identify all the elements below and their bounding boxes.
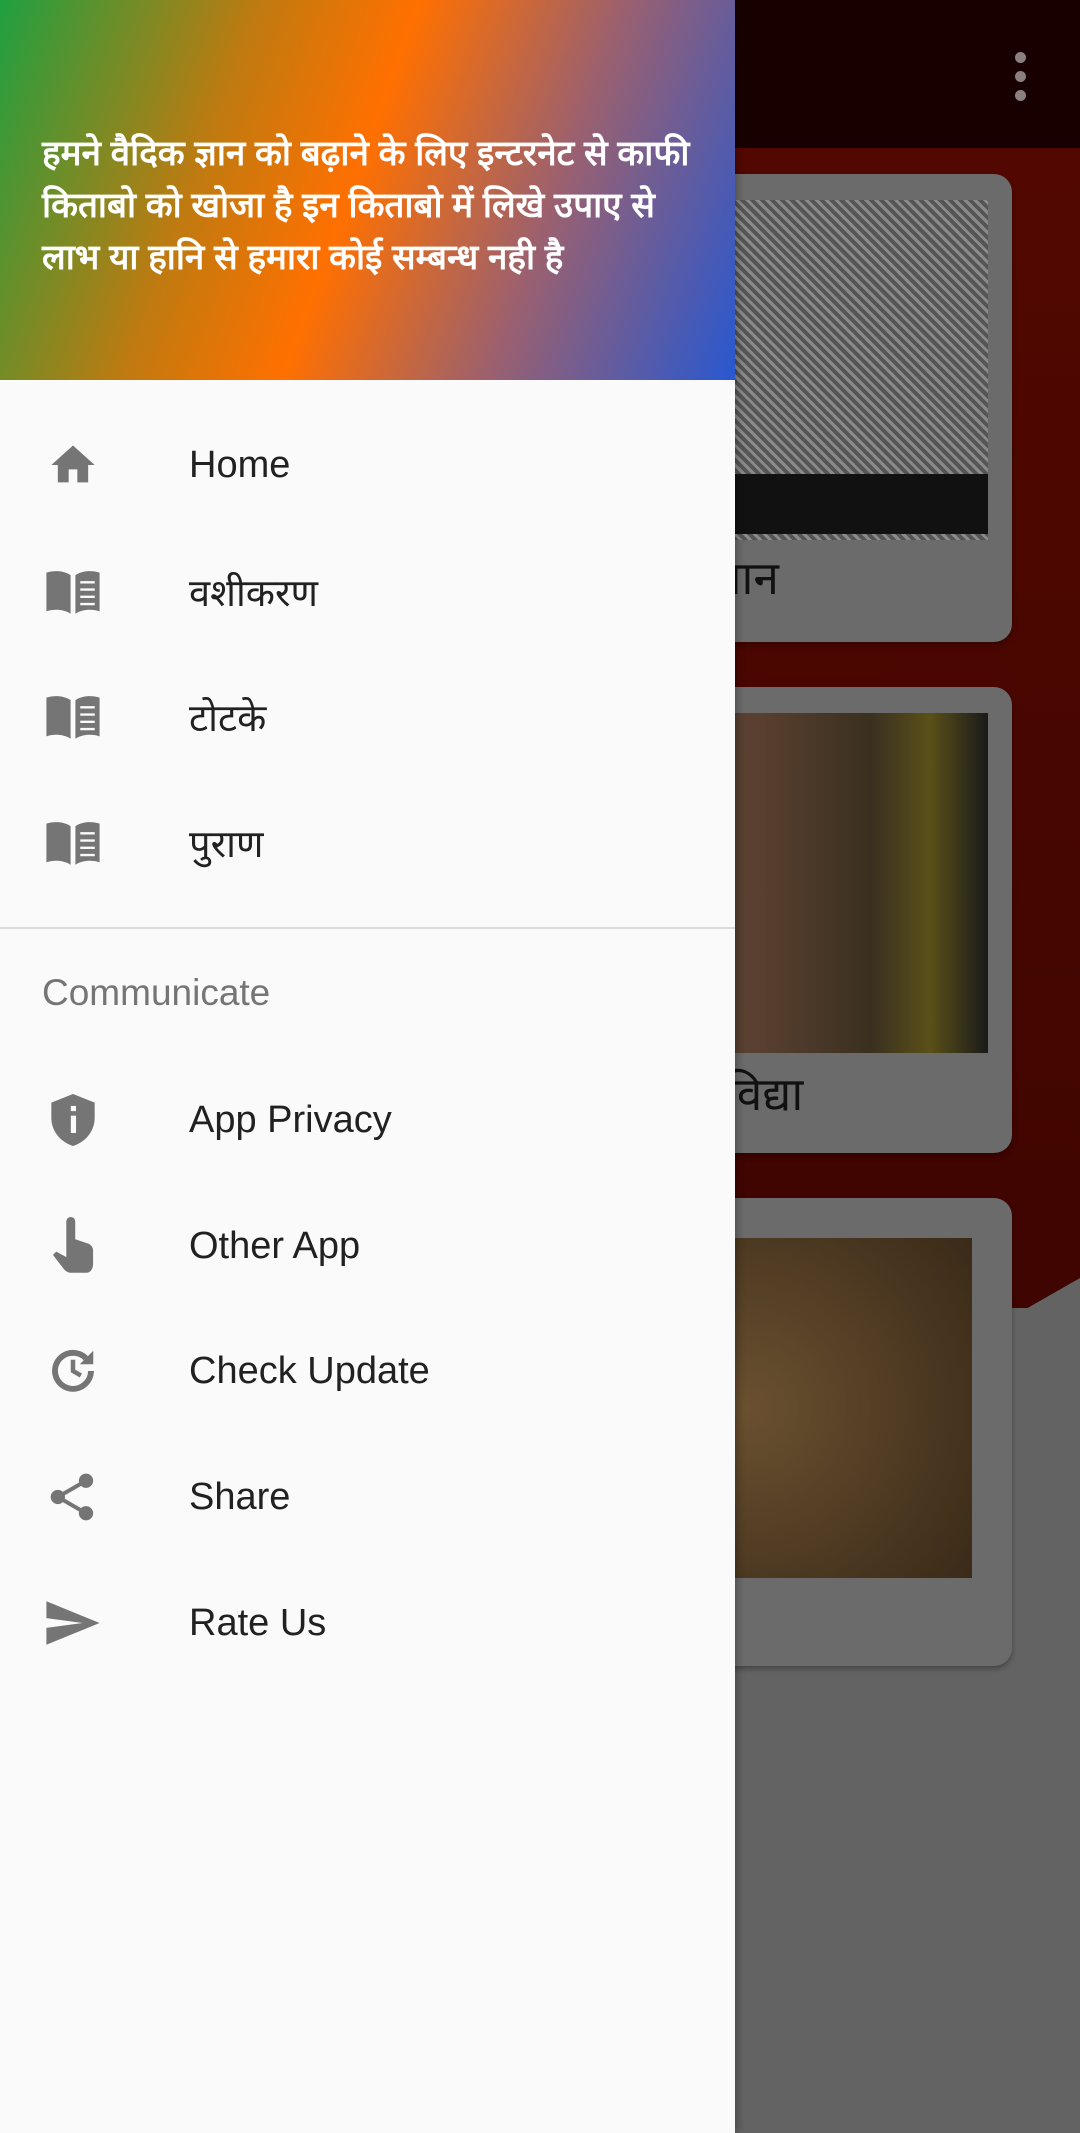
menu-item-totke[interactable]: टोटके bbox=[0, 662, 735, 772]
book-icon bbox=[44, 814, 102, 872]
menu-item-home[interactable]: Home bbox=[0, 410, 735, 520]
menu-item-check-update[interactable]: Check Update bbox=[0, 1316, 735, 1426]
disclaimer-text: हमने वैदिक ज्ञान को बढ़ाने के लिए इन्टरन… bbox=[42, 134, 690, 277]
menu-item-puran[interactable]: पुराण bbox=[0, 788, 735, 898]
update-icon bbox=[44, 1342, 102, 1400]
menu-item-vashikaran[interactable]: वशीकरण bbox=[0, 537, 735, 647]
menu-item-app-privacy[interactable]: App Privacy bbox=[0, 1065, 735, 1175]
menu-item-label: Share bbox=[189, 1475, 291, 1518]
menu-item-share[interactable]: Share bbox=[0, 1442, 735, 1552]
home-icon bbox=[44, 436, 102, 494]
navigation-drawer: हमने वैदिक ज्ञान को बढ़ाने के लिए इन्टरन… bbox=[0, 0, 735, 2133]
menu-item-label: टोटके bbox=[189, 698, 267, 740]
touch-icon bbox=[44, 1217, 102, 1275]
menu-item-label: Rate Us bbox=[189, 1601, 327, 1644]
menu-item-label: Other App bbox=[189, 1224, 361, 1267]
menu-item-label: Check Update bbox=[189, 1349, 430, 1392]
menu-item-label: पुराण bbox=[189, 824, 264, 866]
send-icon bbox=[44, 1594, 102, 1652]
share-icon bbox=[44, 1468, 102, 1526]
section-title: Communicate bbox=[42, 972, 271, 1013]
menu-item-label: Home bbox=[189, 443, 291, 486]
menu-item-other-app[interactable]: Other App bbox=[0, 1191, 735, 1301]
overflow-menu-icon[interactable] bbox=[1015, 52, 1029, 109]
book-icon bbox=[44, 688, 102, 746]
book-icon bbox=[44, 563, 102, 621]
drawer-header: हमने वैदिक ज्ञान को बढ़ाने के लिए इन्टरन… bbox=[0, 0, 735, 380]
divider bbox=[0, 927, 735, 929]
menu-item-label: वशीकरण bbox=[189, 573, 319, 615]
menu-item-rate-us[interactable]: Rate Us bbox=[0, 1568, 735, 1678]
menu-item-label: App Privacy bbox=[189, 1098, 392, 1141]
shield-info-icon bbox=[44, 1091, 102, 1149]
